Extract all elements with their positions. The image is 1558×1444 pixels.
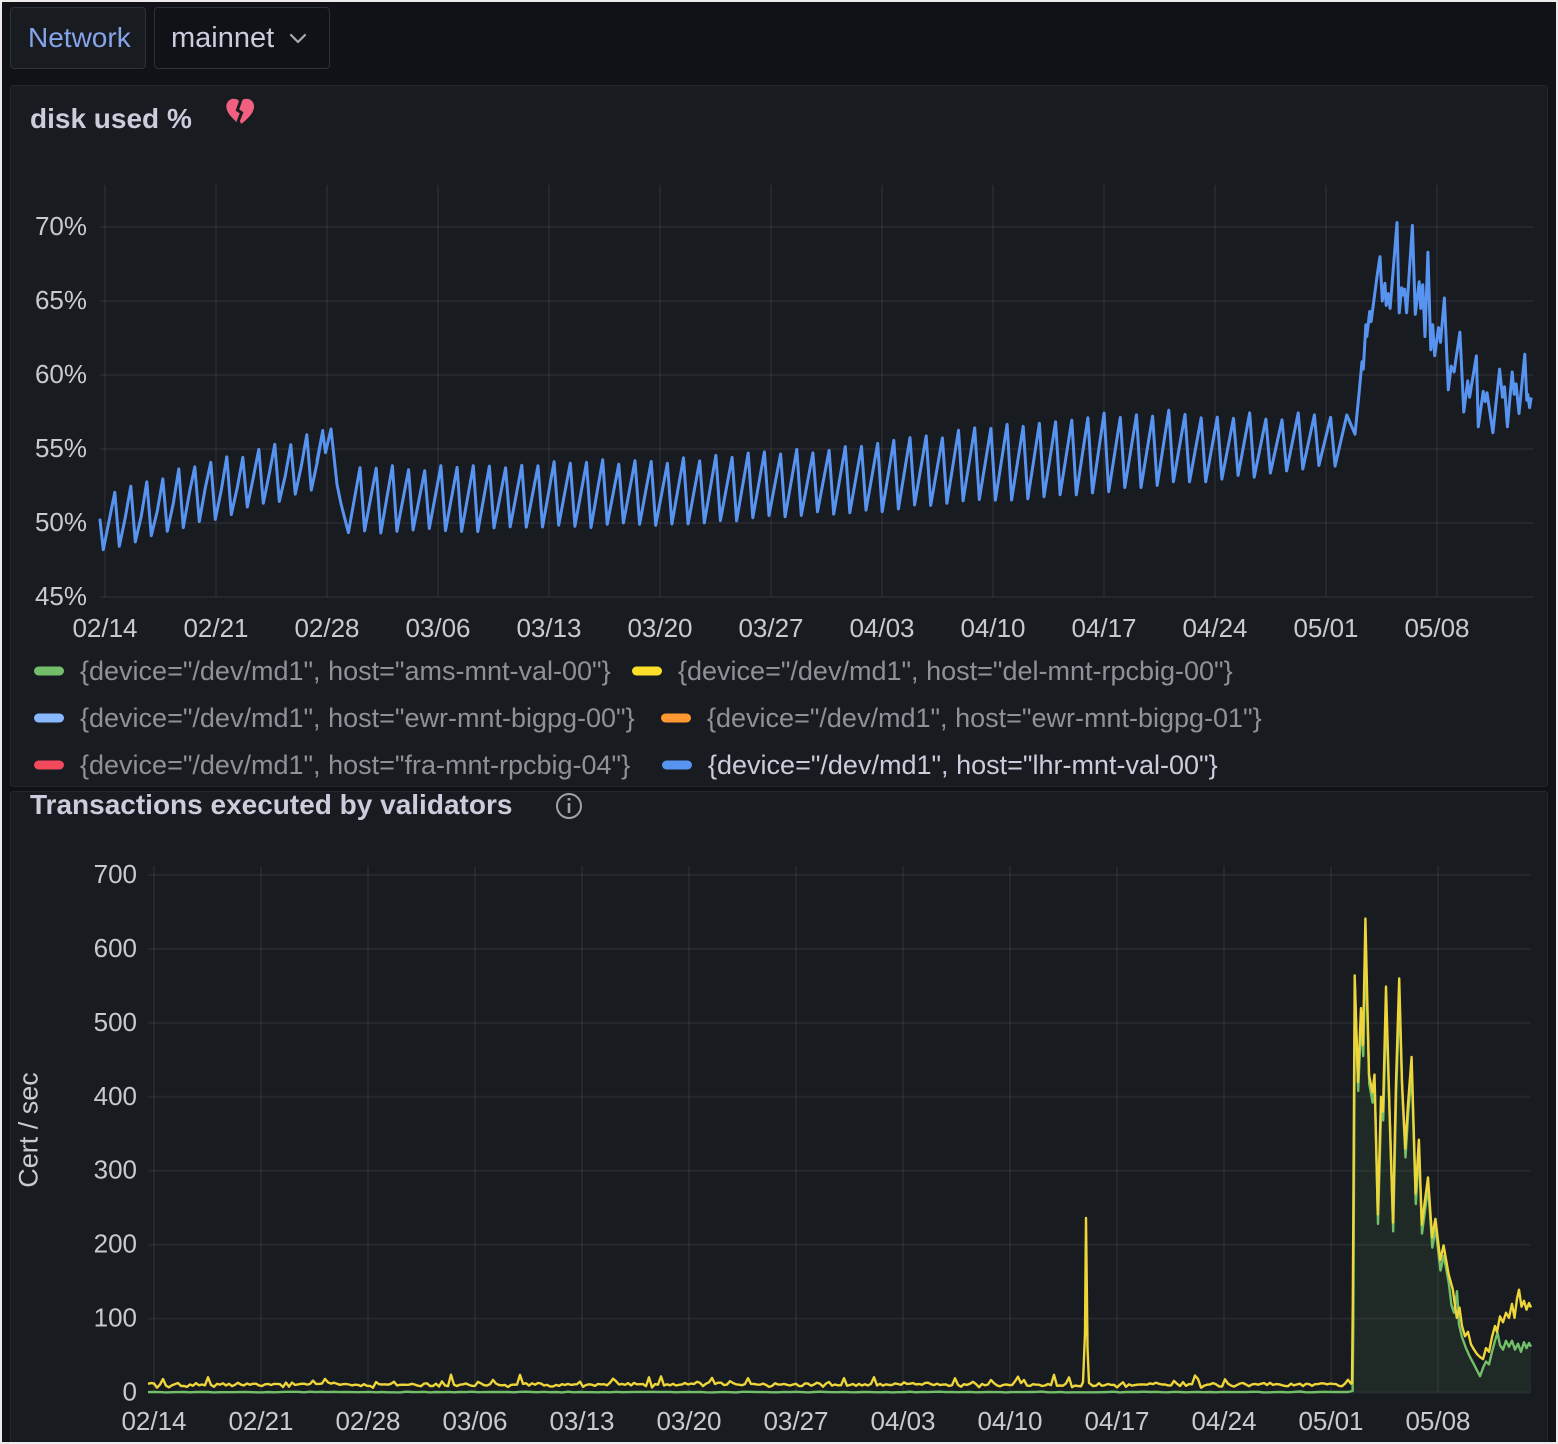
svg-text:04/24: 04/24 xyxy=(1191,1406,1256,1436)
svg-text:{device="/dev/md1", host="fra-: {device="/dev/md1", host="fra-mnt-rpcbig… xyxy=(80,750,630,780)
svg-text:{device="/dev/md1", host="ams-: {device="/dev/md1", host="ams-mnt-val-00… xyxy=(80,656,611,686)
svg-text:05/08: 05/08 xyxy=(1404,613,1469,643)
svg-text:700: 700 xyxy=(94,859,137,889)
svg-text:600: 600 xyxy=(94,933,137,963)
svg-text:02/14: 02/14 xyxy=(72,613,137,643)
svg-text:60%: 60% xyxy=(35,359,87,389)
svg-text:05/01: 05/01 xyxy=(1298,1406,1363,1436)
svg-text:05/08: 05/08 xyxy=(1405,1406,1470,1436)
svg-text:03/27: 03/27 xyxy=(738,613,803,643)
svg-text:{device="/dev/md1", host="lhr-: {device="/dev/md1", host="lhr-mnt-val-00… xyxy=(708,750,1218,780)
svg-text:{device="/dev/md1", host="ewr-: {device="/dev/md1", host="ewr-mnt-bigpg-… xyxy=(707,703,1262,733)
svg-text:04/10: 04/10 xyxy=(977,1406,1042,1436)
svg-text:02/21: 02/21 xyxy=(228,1406,293,1436)
svg-text:500: 500 xyxy=(94,1007,137,1037)
svg-text:02/14: 02/14 xyxy=(121,1406,186,1436)
svg-text:04/03: 04/03 xyxy=(870,1406,935,1436)
svg-text:Cert / sec: Cert / sec xyxy=(14,1072,44,1188)
svg-text:70%: 70% xyxy=(35,211,87,241)
svg-text:0: 0 xyxy=(123,1377,137,1407)
svg-text:04/03: 04/03 xyxy=(849,613,914,643)
svg-text:04/17: 04/17 xyxy=(1071,613,1136,643)
svg-text:02/28: 02/28 xyxy=(294,613,359,643)
svg-text:300: 300 xyxy=(94,1155,137,1185)
svg-text:04/24: 04/24 xyxy=(1182,613,1247,643)
svg-text:disk used %: disk used % xyxy=(30,103,192,134)
svg-text:Transactions executed by valid: Transactions executed by validators xyxy=(30,789,512,820)
svg-text:03/27: 03/27 xyxy=(763,1406,828,1436)
svg-text:03/13: 03/13 xyxy=(516,613,581,643)
svg-text:400: 400 xyxy=(94,1081,137,1111)
svg-text:02/21: 02/21 xyxy=(183,613,248,643)
svg-text:03/20: 03/20 xyxy=(656,1406,721,1436)
svg-text:03/20: 03/20 xyxy=(627,613,692,643)
svg-text:100: 100 xyxy=(94,1303,137,1333)
svg-text:{device="/dev/md1", host="del-: {device="/dev/md1", host="del-mnt-rpcbig… xyxy=(678,656,1233,686)
svg-text:200: 200 xyxy=(94,1229,137,1259)
svg-text:03/13: 03/13 xyxy=(549,1406,614,1436)
svg-text:02/28: 02/28 xyxy=(335,1406,400,1436)
svg-text:05/01: 05/01 xyxy=(1293,613,1358,643)
svg-text:65%: 65% xyxy=(35,285,87,315)
svg-text:04/17: 04/17 xyxy=(1084,1406,1149,1436)
svg-text:45%: 45% xyxy=(35,581,87,611)
svg-text:{device="/dev/md1", host="ewr-: {device="/dev/md1", host="ewr-mnt-bigpg-… xyxy=(80,703,635,733)
svg-text:04/10: 04/10 xyxy=(960,613,1025,643)
svg-text:55%: 55% xyxy=(35,433,87,463)
svg-text:03/06: 03/06 xyxy=(405,613,470,643)
svg-text:50%: 50% xyxy=(35,507,87,537)
svg-text:03/06: 03/06 xyxy=(442,1406,507,1436)
